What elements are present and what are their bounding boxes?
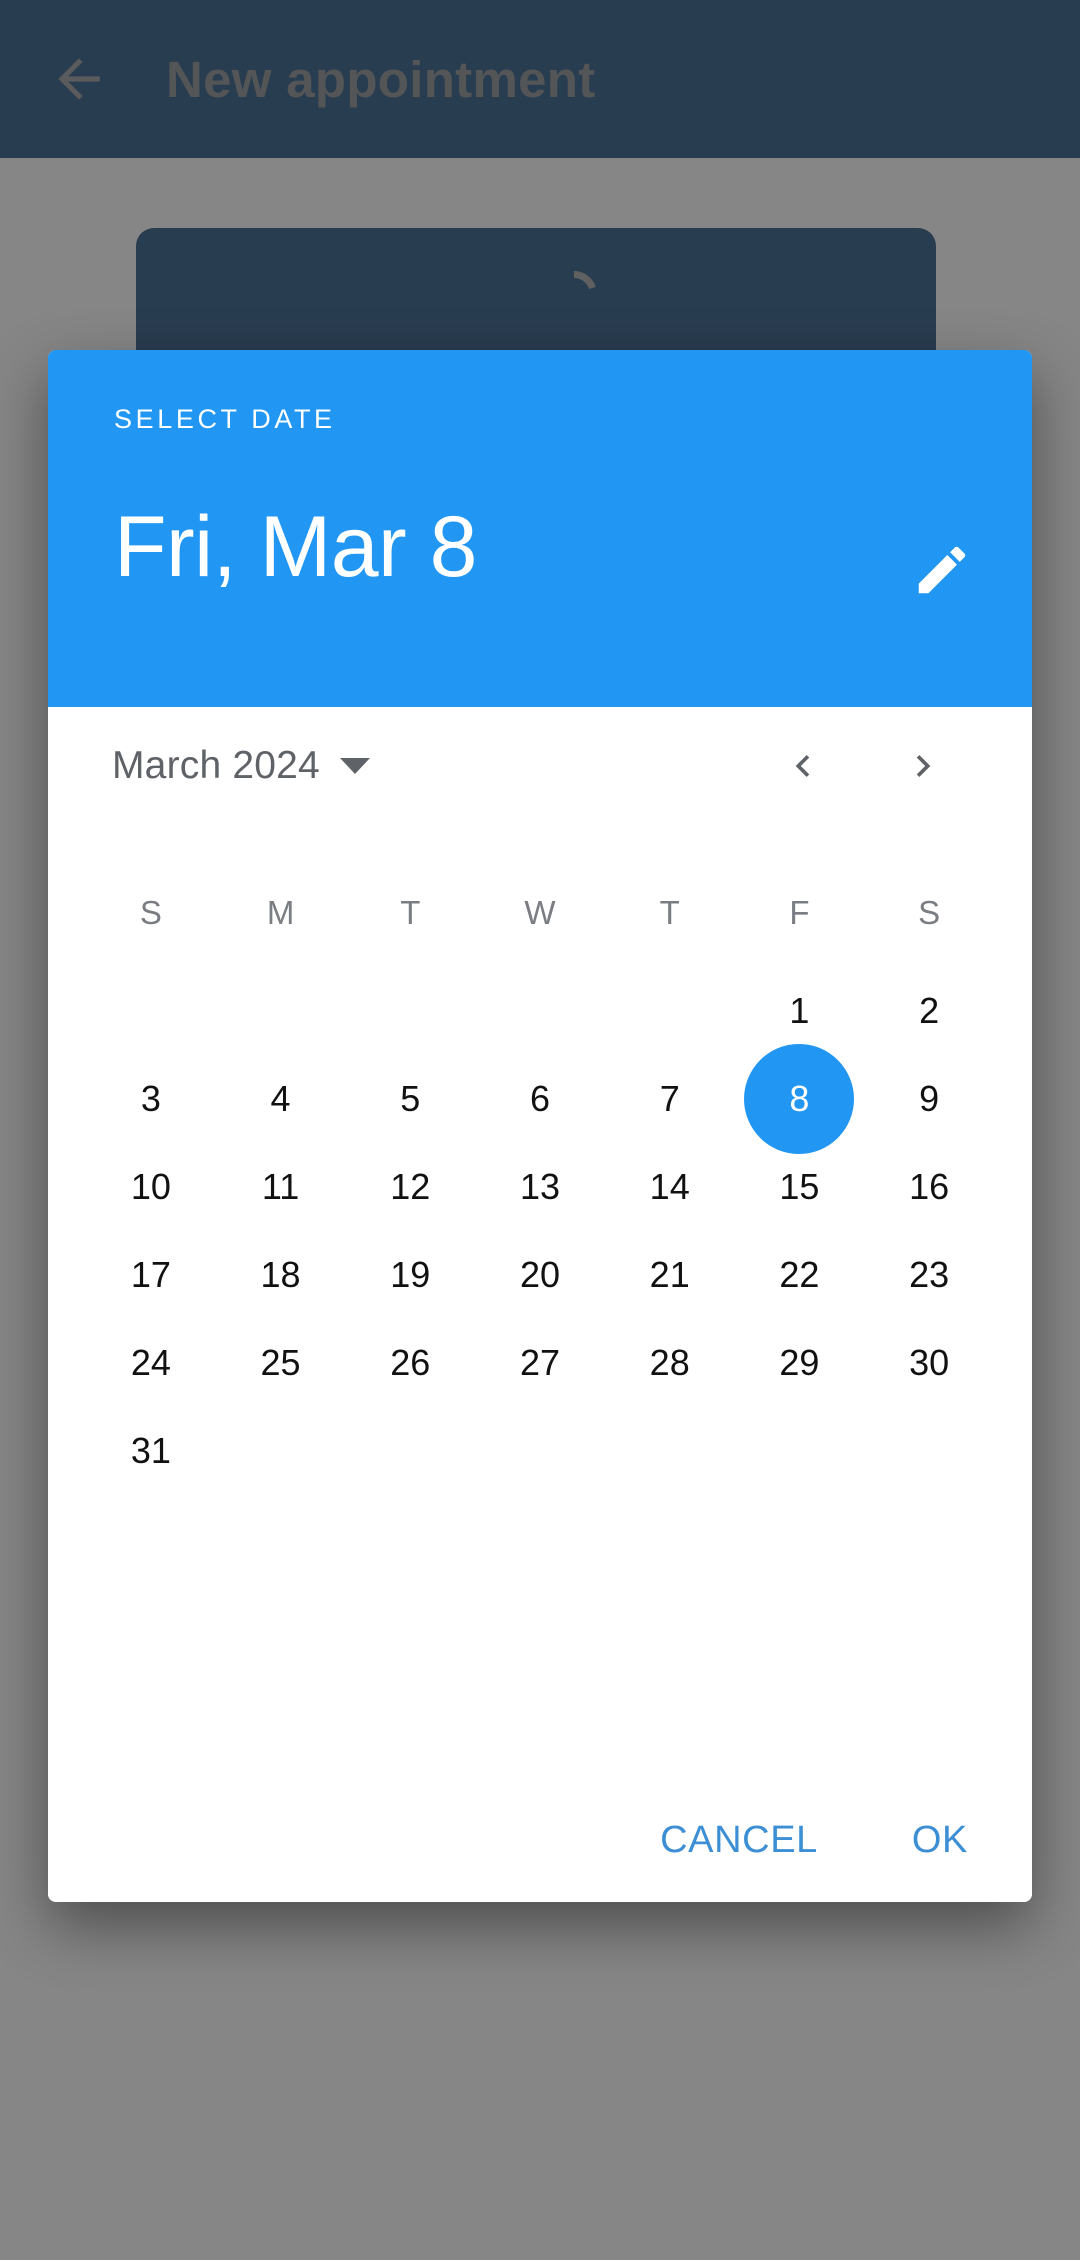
edit-date-button[interactable]: [894, 522, 990, 618]
chevron-down-icon: [339, 758, 370, 774]
day-number: 29: [779, 1342, 820, 1383]
calendar-days-grid: 1 2 3 4 5 6 7 8 9 10 11 12 13 14 15 16 17 18 19 20 21 22 23 24 2…: [86, 967, 994, 1495]
month-arrows: [766, 729, 980, 803]
day-number: 28: [649, 1342, 690, 1383]
selected-date-headline: Fri, Mar 8: [114, 499, 477, 595]
weekday-label-5: F: [789, 894, 810, 931]
calendar-day-27[interactable]: 27: [475, 1319, 605, 1407]
cancel-button[interactable]: CANCEL: [630, 1801, 848, 1880]
calendar-day-18[interactable]: 18: [216, 1231, 346, 1319]
calendar-day-4[interactable]: 4: [216, 1055, 346, 1143]
dialog-actions: CANCEL OK: [630, 1801, 998, 1880]
calendar-day-24[interactable]: 24: [86, 1319, 216, 1407]
calendar-day-12[interactable]: 12: [345, 1143, 475, 1231]
calendar-day-10[interactable]: 10: [86, 1143, 216, 1231]
calendar-day-20[interactable]: 20: [475, 1231, 605, 1319]
month-year-selector[interactable]: March 2024: [108, 736, 374, 796]
calendar-body: March 2024 S M T W T F S 1 2 3 4 5 6 7 8 9 10 …: [48, 707, 1032, 1902]
calendar-empty-cell: [216, 967, 346, 1055]
screen: New appointment SELECT DATE Fri, Mar 8 M…: [0, 0, 1080, 2260]
weekday-label-0: S: [139, 894, 162, 931]
calendar-empty-cell: [86, 967, 216, 1055]
day-number: 25: [260, 1342, 301, 1383]
month-navigation-row: March 2024: [86, 707, 994, 825]
calendar-day-7[interactable]: 7: [605, 1055, 735, 1143]
calendar-day-8[interactable]: 8: [735, 1044, 865, 1154]
calendar-day-25[interactable]: 25: [216, 1319, 346, 1407]
weekday-label-3: W: [524, 894, 556, 931]
calendar-day-30[interactable]: 30: [864, 1319, 994, 1407]
calendar-day-16[interactable]: 16: [864, 1143, 994, 1231]
day-number: 31: [130, 1430, 171, 1471]
previous-month-button[interactable]: [766, 729, 840, 803]
calendar-day-21[interactable]: 21: [605, 1231, 735, 1319]
date-picker-dialog: SELECT DATE Fri, Mar 8 March 2024 S M T …: [48, 350, 1032, 1902]
calendar-day-6[interactable]: 6: [475, 1055, 605, 1143]
weekday-label-4: T: [659, 894, 680, 931]
calendar-day-19[interactable]: 19: [345, 1231, 475, 1319]
calendar-day-14[interactable]: 14: [605, 1143, 735, 1231]
select-date-label: SELECT DATE: [114, 404, 336, 434]
calendar-day-13[interactable]: 13: [475, 1143, 605, 1231]
chevron-left-icon: [795, 755, 810, 777]
calendar-day-2[interactable]: 2: [864, 967, 994, 1055]
calendar-day-28[interactable]: 28: [605, 1319, 735, 1407]
calendar-day-22[interactable]: 22: [735, 1231, 865, 1319]
weekday-label-6: S: [918, 894, 941, 931]
calendar-day-23[interactable]: 23: [864, 1231, 994, 1319]
calendar-day-17[interactable]: 17: [86, 1231, 216, 1319]
day-number: 26: [390, 1342, 431, 1383]
calendar-day-1[interactable]: 1: [735, 967, 865, 1055]
calendar-day-15[interactable]: 15: [735, 1143, 865, 1231]
weekday-label-1: M: [266, 894, 295, 931]
month-year-label: March 2024: [112, 744, 320, 787]
calendar-empty-cell: [345, 967, 475, 1055]
date-picker-header: SELECT DATE Fri, Mar 8: [48, 350, 1032, 707]
chevron-right-icon: [916, 755, 931, 777]
calendar-day-9[interactable]: 9: [864, 1055, 994, 1143]
pencil-icon: [918, 546, 966, 594]
calendar-day-26[interactable]: 26: [345, 1319, 475, 1407]
next-month-button[interactable]: [886, 729, 960, 803]
calendar-day-3[interactable]: 3: [86, 1055, 216, 1143]
weekday-header-row: SMTWTFS: [86, 865, 994, 961]
calendar-day-5[interactable]: 5: [345, 1055, 475, 1143]
calendar-empty-cell: [605, 967, 735, 1055]
ok-button[interactable]: OK: [882, 1801, 998, 1880]
weekday-label-2: T: [400, 894, 421, 931]
calendar-day-11[interactable]: 11: [216, 1143, 346, 1231]
calendar-empty-cell: [475, 967, 605, 1055]
day-number: 30: [909, 1342, 950, 1383]
calendar-day-31[interactable]: 31: [86, 1407, 216, 1495]
day-number: 27: [519, 1342, 560, 1383]
calendar-day-29[interactable]: 29: [735, 1319, 865, 1407]
